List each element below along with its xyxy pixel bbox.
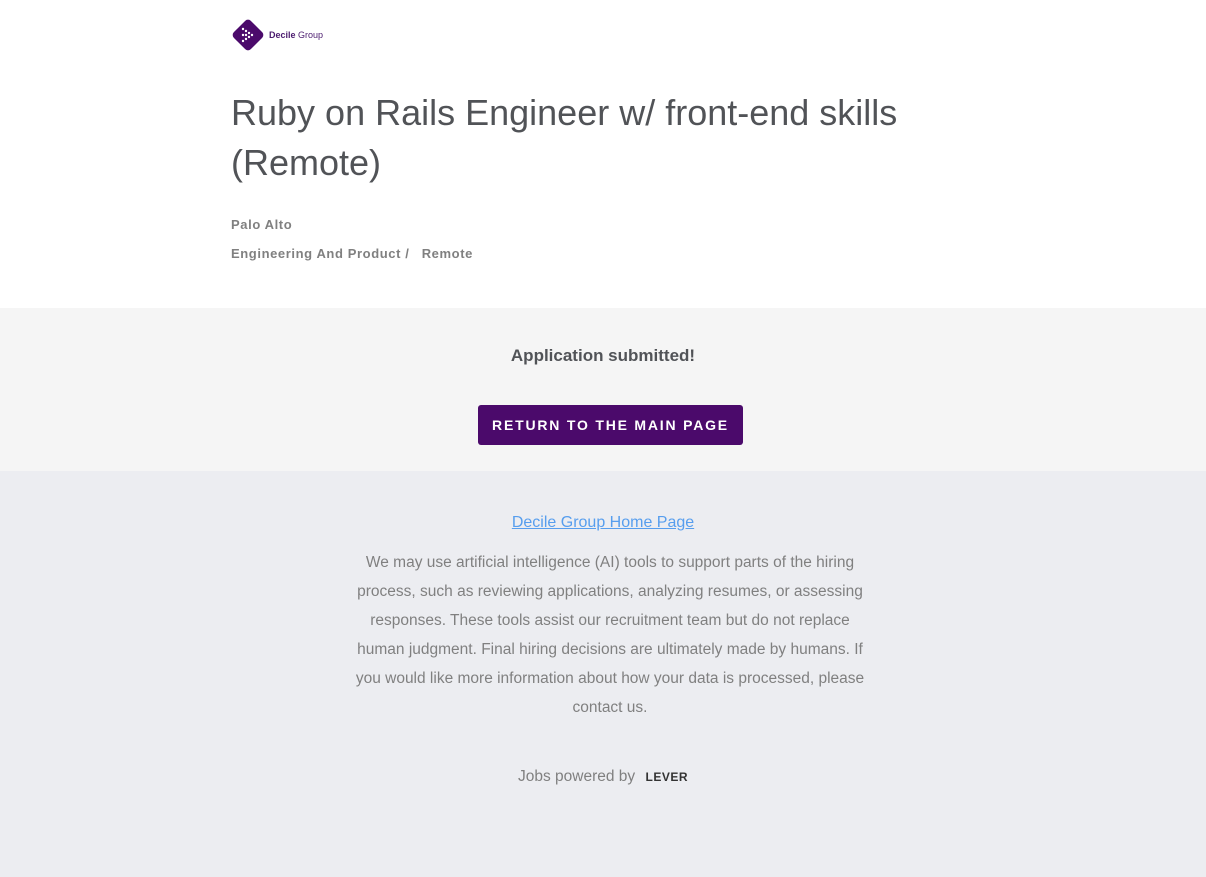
lever-logo[interactable]: LEVER xyxy=(645,770,688,784)
confirmation-message: Application submitted! xyxy=(510,346,696,365)
company-home-page-link[interactable]: Decile Group Home Page xyxy=(512,514,694,531)
job-title: Ruby on Rails Engineer w/ front-end skil… xyxy=(231,92,898,183)
job-location: Palo Alto xyxy=(231,217,293,232)
company-logo[interactable]: Decile Group xyxy=(231,18,323,52)
job-commitment: Remote xyxy=(421,246,473,261)
application-confirmation: Application submitted! RETURN TO THE MAI… xyxy=(0,308,1206,471)
logo-wordmark: Decile Group xyxy=(269,30,323,40)
powered-by: Jobs powered by LEVER xyxy=(0,768,1206,786)
return-to-main-page-button[interactable]: RETURN TO THE MAIN PAGE xyxy=(478,405,743,445)
ai-usage-notice: We may use artificial intelligence (AI) … xyxy=(355,554,865,716)
decile-logo-icon xyxy=(232,19,264,51)
job-header: Decile Group Ruby on Rails Engineer w/ f… xyxy=(0,0,1206,308)
logo-name: Decile xyxy=(269,30,296,40)
page-footer: Decile Group Home Page We may use artifi… xyxy=(0,471,1206,877)
home-link-wrapper: Decile Group Home Page xyxy=(0,514,1206,532)
job-categories: Engineering And Product / Remote xyxy=(231,246,473,261)
job-team: Engineering And Product / xyxy=(231,246,410,261)
powered-by-label: Jobs powered by xyxy=(517,768,636,785)
logo-name-suffix: Group xyxy=(298,30,324,40)
